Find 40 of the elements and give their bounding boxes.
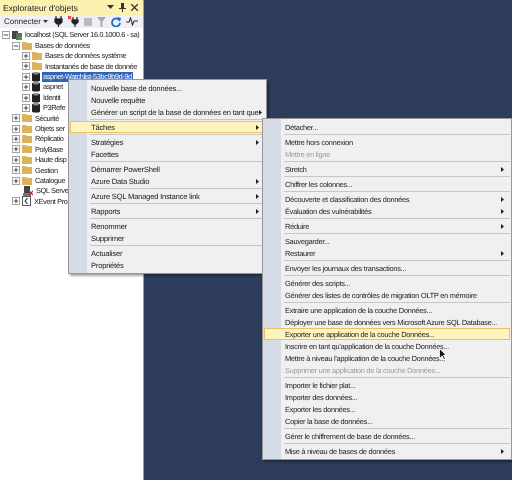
profiler-icon <box>22 196 31 206</box>
submenu-arrow-icon <box>258 110 262 114</box>
expand-icon[interactable] <box>12 197 20 206</box>
submenu-arrow-icon <box>501 224 504 228</box>
expand-icon[interactable] <box>12 166 20 174</box>
submenu-arrow-icon <box>501 196 504 202</box>
submenu-arrow-icon <box>256 178 259 184</box>
close-icon[interactable] <box>131 4 138 11</box>
disconnect-icon[interactable] <box>68 16 79 27</box>
submenu-arrow-icon <box>256 208 259 214</box>
panel-title: Explorateur d'objets <box>3 2 79 12</box>
agent-icon <box>23 186 33 196</box>
submenu-arrow-icon <box>501 448 504 454</box>
expand-icon[interactable] <box>22 104 30 112</box>
submenu-arrow-icon <box>501 166 504 172</box>
activity-icon[interactable] <box>126 17 138 26</box>
expand-icon[interactable] <box>12 124 20 133</box>
expand-icon[interactable] <box>12 156 20 164</box>
expand-icon[interactable] <box>22 52 30 60</box>
expand-icon[interactable] <box>22 72 30 81</box>
refresh-icon[interactable] <box>110 16 121 26</box>
collapse-icon[interactable] <box>2 31 10 40</box>
expand-icon[interactable] <box>22 94 30 102</box>
submenu-arrow-icon <box>501 208 504 214</box>
submenu-arrow-icon <box>256 124 259 130</box>
collapse-icon[interactable] <box>12 42 20 50</box>
dropdown-icon[interactable] <box>107 5 114 10</box>
caret-icon <box>42 20 48 23</box>
submenu-arrow-icon <box>256 194 259 198</box>
pin-icon[interactable] <box>119 3 126 12</box>
submenu-arrow-icon <box>501 250 504 256</box>
expand-icon[interactable] <box>12 114 20 122</box>
expand-icon[interactable] <box>22 62 30 70</box>
expand-icon[interactable] <box>12 176 20 185</box>
server-icon <box>12 30 22 40</box>
expand-icon[interactable] <box>12 135 20 144</box>
expand-icon[interactable] <box>22 83 30 92</box>
submenu-arrow-icon <box>256 140 259 144</box>
expand-icon[interactable] <box>12 145 20 154</box>
plug-icon[interactable] <box>54 16 63 27</box>
